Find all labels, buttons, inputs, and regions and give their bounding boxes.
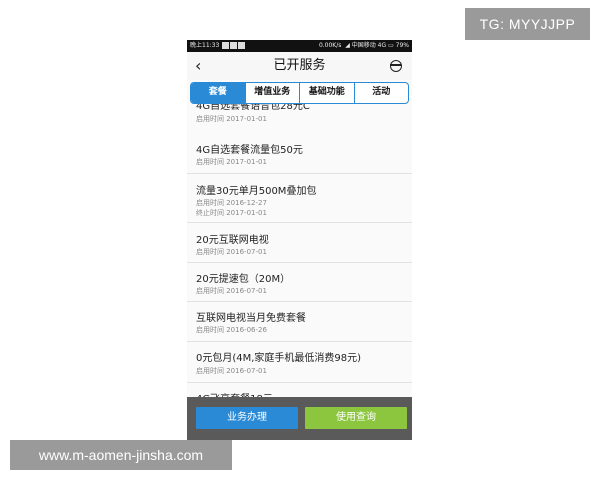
app-icon	[230, 42, 238, 49]
list-item[interactable]: 20元互联网电视 启用时间 2016-07-01	[187, 223, 412, 263]
notification-icon	[222, 42, 230, 49]
service-name: 流量30元单月500M叠加包	[196, 186, 317, 197]
list-item[interactable]: 4G自选套餐流量包50元 启用时间 2017-01-01	[187, 133, 412, 174]
globe-icon[interactable]	[390, 60, 402, 72]
list-item[interactable]: 互联网电视当月免费套餐 启用时间 2016-06-26	[187, 302, 412, 342]
watermark-bottom: www.m-aomen-jinsha.com	[10, 440, 232, 470]
usage-query-button[interactable]: 使用查询	[305, 407, 407, 429]
signal-icon: ◢	[345, 42, 350, 49]
service-start-date: 启用时间 2016-12-27	[196, 199, 267, 207]
business-handling-button[interactable]: 业务办理	[196, 407, 298, 429]
status-bar: 晚上11:33 0.00K/s ◢ 中国移动 4G ▭ 79%	[187, 40, 412, 52]
service-name: 4G自选套餐流量包50元	[196, 145, 303, 156]
page-title: 已开服务	[273, 58, 326, 73]
tab-activities[interactable]: 活动	[353, 83, 409, 103]
battery-icon: ▭	[388, 42, 394, 49]
battery-level: 79%	[395, 42, 409, 49]
service-list: 4G自选套餐语音包28元C 启用时间 2017-01-01 4G自选套餐流量包5…	[187, 98, 412, 398]
status-left: 晚上11:33	[190, 40, 246, 52]
list-item[interactable]: 0元包月(4M,家庭手机最低消费98元) 启用时间 2016-07-01	[187, 342, 412, 383]
tab-value-added[interactable]: 增值业务	[244, 83, 300, 103]
list-item[interactable]: 流量30元单月500M叠加包 启用时间 2016-12-27 终止时间 2017…	[187, 174, 412, 223]
service-start-date: 启用时间 2017-01-01	[196, 115, 267, 123]
message-icon	[238, 42, 246, 49]
status-time: 晚上11:33	[190, 42, 220, 49]
phone-screen: 晚上11:33 0.00K/s ◢ 中国移动 4G ▭ 79% ‹ 已开服务 套…	[187, 40, 412, 440]
service-name: 20元提速包（20M）	[196, 274, 291, 285]
watermark-top: TG: MYYJJPP	[465, 8, 590, 40]
network-speed: 0.00K/s	[318, 42, 342, 49]
nav-bar: ‹ 已开服务	[187, 52, 412, 80]
service-end-date: 终止时间 2017-01-01	[196, 209, 267, 217]
service-tabs: 套餐 增值业务 基础功能 活动	[190, 82, 409, 104]
tab-package[interactable]: 套餐	[191, 83, 245, 103]
carrier-label: 中国移动 4G	[351, 42, 387, 49]
status-right: 0.00K/s ◢ 中国移动 4G ▭ 79%	[319, 40, 409, 52]
service-start-date: 启用时间 2016-06-26	[196, 326, 267, 334]
list-item[interactable]: 4G飞享套餐18元	[187, 383, 412, 398]
list-item[interactable]: 20元提速包（20M） 启用时间 2016-07-01	[187, 263, 412, 302]
service-start-date: 启用时间 2017-01-01	[196, 158, 267, 166]
tab-basic-functions[interactable]: 基础功能	[299, 83, 354, 103]
service-start-date: 启用时间 2016-07-01	[196, 248, 267, 256]
service-start-date: 启用时间 2016-07-01	[196, 367, 267, 375]
service-start-date: 启用时间 2016-07-01	[196, 287, 267, 295]
service-name: 0元包月(4M,家庭手机最低消费98元)	[196, 353, 362, 364]
service-name: 20元互联网电视	[196, 235, 269, 246]
service-name: 互联网电视当月免费套餐	[196, 313, 306, 324]
bottom-action-bar: 业务办理 使用查询	[187, 397, 412, 440]
